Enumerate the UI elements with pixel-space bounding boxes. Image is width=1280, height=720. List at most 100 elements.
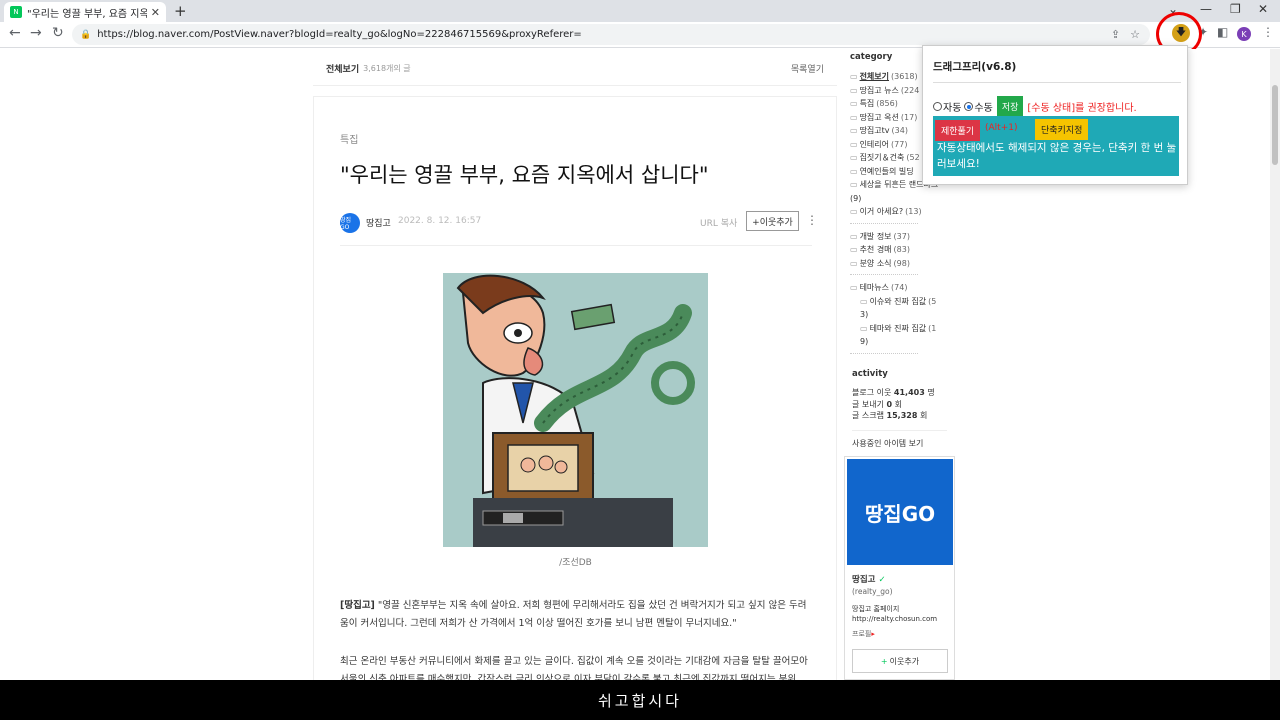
category-count: (77) [891, 139, 908, 149]
image-caption: /조선DB [559, 558, 592, 568]
category-count: (98) [893, 258, 910, 268]
side-panel-icon[interactable]: ◧ [1217, 25, 1228, 39]
category-item[interactable]: (9) [850, 192, 950, 206]
naver-favicon-icon: N [10, 6, 22, 18]
category-label: 테마뉴스 [859, 283, 890, 293]
category-item[interactable]: 9) [850, 335, 950, 349]
scrollbar-thumb[interactable] [1272, 85, 1278, 165]
post-title: "우리는 영끌 부부, 요즘 지옥에서 삽니다" [340, 163, 709, 187]
author-avatar[interactable]: 땅집GO [340, 213, 360, 233]
category-label: 9) [860, 337, 869, 347]
document-icon: ▭ [860, 296, 868, 306]
shortcut-panel: 제한풀기 (Alt+1) 단축키지정 자동상태에서도 해제되지 않은 경우는, … [933, 116, 1179, 176]
category-count: (5 [928, 296, 937, 306]
set-shortcut-button[interactable]: 단축키지정 [1035, 119, 1089, 140]
author-name[interactable]: 땅집고 [366, 216, 391, 229]
category-label: 특집 [859, 99, 875, 109]
verified-check-icon: ✓ [878, 575, 886, 585]
auto-label: 자동 [943, 103, 962, 114]
paragraph-text: "영끌 신혼부부는 지옥 속에 살아요. 저희 형편에 무리해서라도 집을 샀던… [340, 600, 807, 629]
category-count: (1 [928, 323, 937, 333]
post-paragraph-1: [땅집고] "영끌 신혼부부는 지옥 속에 살아요. 저희 형편에 무리해서라도… [340, 597, 812, 633]
separator [850, 222, 918, 224]
profile-name[interactable]: 땅집고 ✓ [852, 573, 886, 585]
document-icon: ▭ [850, 283, 858, 293]
category-label: 3) [860, 310, 869, 320]
category-count: (83) [893, 245, 910, 255]
document-icon: ▭ [850, 72, 858, 82]
document-icon: ▭ [850, 99, 858, 109]
cartoon-man-losing-money-image [443, 273, 708, 547]
category-item[interactable]: ▭ 분양 소식 (98) [850, 257, 950, 271]
profile-add-neighbor-button[interactable]: + 이웃추가 [852, 649, 948, 673]
document-icon: ▭ [850, 85, 858, 95]
document-icon: ▭ [850, 139, 858, 149]
manual-label: 수동 [974, 103, 993, 114]
manual-radio[interactable] [964, 102, 974, 111]
help-message: 자동상태에서도 해제되지 않은 경우는, 단축키 한 번 눌러보세요! [937, 142, 1177, 170]
close-window-icon[interactable]: ✕ [1258, 2, 1268, 16]
profile-homepage[interactable]: 땅집고 홈페이지 http://realty.chosun.com [852, 604, 952, 624]
category-item[interactable]: ▭ 테마뉴스 (74) [850, 281, 950, 295]
category-label: 테마와 진짜 집값 [869, 323, 927, 333]
category-count: (34) [891, 126, 908, 136]
popup-divider [933, 82, 1181, 83]
share-icon[interactable]: ⇪ [1111, 28, 1120, 41]
category-item[interactable]: ▭ 이슈와 진짜 집값 (5 [850, 295, 950, 309]
blog-logo[interactable]: 땅집GO [847, 459, 953, 565]
maximize-icon[interactable]: ❐ [1230, 2, 1241, 16]
category-count: (37) [893, 231, 910, 241]
browser-tab[interactable]: N "우리는 영끌 부부, 요즘 지옥에서 ✕ [4, 2, 166, 22]
close-tab-icon[interactable]: ✕ [151, 6, 160, 19]
neighbors-row: 블로그 이웃 41,403 명 [852, 388, 935, 397]
save-button[interactable]: 저장 [996, 96, 1024, 117]
dragfree-popup: 드래그프리(v6.8) 자동 수동 저장 [수동 상태]를 권장합니다. 제한풀… [922, 45, 1188, 185]
category-count: (17) [900, 112, 918, 122]
add-neighbor-button[interactable]: +이웃추가 [746, 211, 799, 231]
activity-heading: activity [852, 369, 888, 379]
profile-avatar[interactable]: K [1237, 27, 1251, 41]
post-category[interactable]: 특집 [340, 131, 358, 146]
tab-bar: N "우리는 영끌 부부, 요즘 지옥에서 ✕ + ⌄ — ❐ ✕ [0, 0, 1280, 22]
document-icon: ▭ [860, 323, 868, 333]
category-label: 이슈와 진짜 집값 [869, 296, 927, 306]
category-count: (224 [900, 85, 920, 95]
address-bar[interactable]: 🔒 https://blog.naver.com/PostView.naver?… [72, 24, 1150, 45]
back-icon[interactable]: ← [9, 25, 21, 41]
lock-icon: 🔒 [80, 29, 92, 40]
category-item[interactable]: ▭ 테마와 진짜 집값 (1 [850, 322, 950, 336]
items-link[interactable]: 사용중인 아이템 보기 [852, 429, 947, 449]
category-count: (74) [891, 283, 908, 293]
category-label: 전체보기 [859, 72, 890, 82]
menu-kebab-icon[interactable]: ⋮ [1262, 25, 1274, 39]
minimize-icon[interactable]: — [1200, 2, 1212, 16]
reload-icon[interactable]: ↻ [52, 25, 64, 41]
more-options-icon[interactable]: ⋮ [806, 213, 818, 227]
tab-title: "우리는 영끌 부부, 요즘 지옥에서 [27, 8, 147, 20]
post-illustration[interactable] [443, 273, 708, 547]
bookmark-star-icon[interactable]: ☆ [1130, 28, 1140, 41]
document-icon: ▭ [850, 207, 858, 217]
new-tab-icon[interactable]: + [174, 2, 187, 20]
page-scrollbar[interactable] [1270, 49, 1280, 680]
category-item[interactable]: ▭ 추천 경매 (83) [850, 243, 950, 257]
category-label: 연예인들의 빌딩 [859, 166, 914, 176]
document-icon: ▭ [850, 126, 858, 136]
category-label: 인테리어 [859, 139, 890, 149]
document-icon: ▭ [850, 112, 858, 122]
url-copy-button[interactable]: URL 복사 [700, 216, 737, 229]
forward-icon[interactable]: → [30, 25, 42, 41]
category-item[interactable]: 3) [850, 308, 950, 322]
profile-link[interactable]: 프로필▸ [852, 629, 875, 639]
popup-title: 드래그프리(v6.8) [933, 61, 1017, 73]
auto-radio[interactable] [933, 102, 942, 111]
open-list-button[interactable]: 목록열기 [791, 62, 824, 75]
paragraph-lead: [땅집고] [340, 600, 375, 611]
all-posts-link[interactable]: 전체보기 [326, 62, 359, 75]
document-icon: ▭ [850, 231, 858, 241]
sends-row: 글 보내기 0 회 [852, 399, 903, 409]
separator [850, 352, 918, 354]
category-item[interactable]: ▭ 개발 정보 (37) [850, 230, 950, 244]
unlock-button[interactable]: 제한풀기 [935, 120, 981, 141]
category-item[interactable]: ▭ 이거 아세요? (13) [850, 205, 950, 219]
